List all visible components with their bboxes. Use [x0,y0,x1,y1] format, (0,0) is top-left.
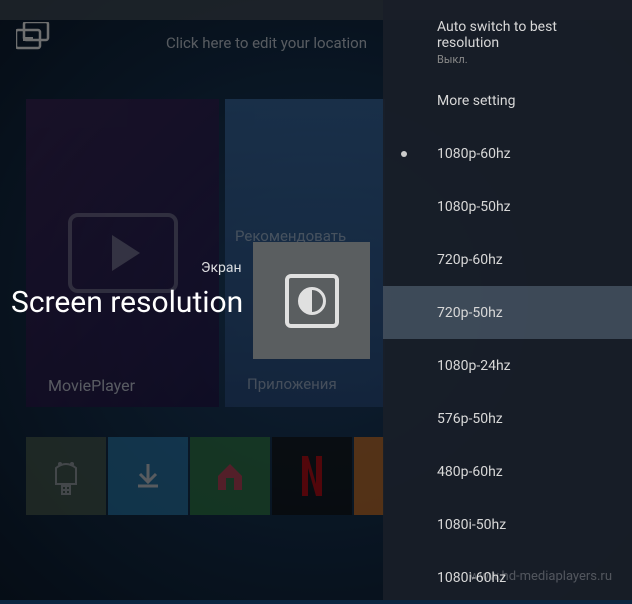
resolution-icon-box [253,242,370,359]
resolution-option[interactable]: 1080p-50hz [383,180,632,233]
brightness-icon [285,274,339,328]
resolution-option[interactable]: 1080p-24hz [383,339,632,392]
option-label: 1080p-24hz [437,358,612,374]
option-label: 720p-60hz [437,252,612,268]
option-value: Выкл. [437,53,612,66]
resolution-option[interactable]: 720p-50hz [383,286,632,339]
radio-indicator-icon [401,151,407,157]
option-label: 576p-50hz [437,411,612,427]
resolution-option[interactable]: 576p-50hz [383,392,632,445]
option-label: 1080i-50hz [437,517,612,533]
option-label: 480p-60hz [437,464,612,480]
option-label: 1080p-60hz [437,146,612,162]
option-label: More setting [437,93,612,109]
resolution-option[interactable]: 480p-60hz [383,445,632,498]
auto-switch-option[interactable]: Auto switch to best resolution Выкл. [383,15,632,74]
resolution-option[interactable]: 1080i-50hz [383,498,632,551]
option-label: 1080p-50hz [437,199,612,215]
watermark: www.hd-mediaplayers.ru [470,569,612,584]
page-title: Screen resolution [11,285,243,320]
more-setting-option[interactable]: More setting [383,74,632,127]
option-label: Auto switch to best resolution [437,19,612,51]
resolution-option[interactable]: 720p-60hz [383,233,632,286]
resolution-panel: Auto switch to best resolution Выкл. Mor… [383,0,632,600]
resolution-option[interactable]: 1080p-60hz [383,127,632,180]
screen-section-label: Экран [201,260,242,276]
option-label: 720p-50hz [437,305,612,321]
